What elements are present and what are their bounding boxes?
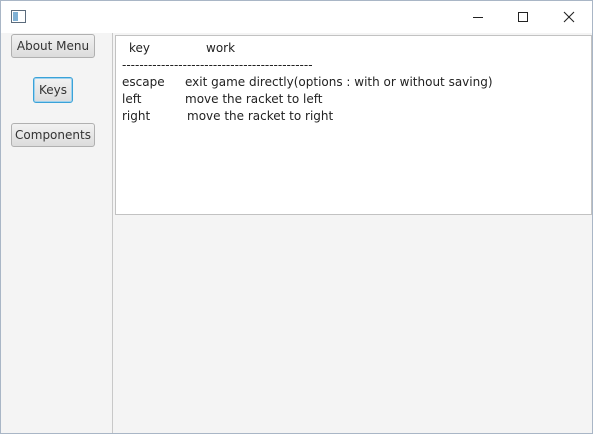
content-empty-area: [114, 215, 592, 433]
keys-button[interactable]: Keys: [33, 77, 73, 103]
key-description: move the racket to left: [185, 92, 323, 106]
key-name: right: [122, 109, 151, 123]
key-row: escape exit game directly(options : with…: [122, 74, 587, 91]
components-button[interactable]: Components: [11, 123, 95, 147]
separator-text: ----------------------------------------…: [122, 58, 313, 72]
key-description: exit game directly(options : with or wit…: [185, 75, 493, 89]
key-description: move the racket to right: [187, 109, 334, 123]
key-row: left move the racket to left: [122, 91, 587, 108]
header-key-label: key: [129, 41, 151, 55]
keys-text-area[interactable]: key work -------------------------------…: [115, 35, 592, 215]
header-row: key work: [122, 40, 587, 57]
key-name: escape: [122, 75, 165, 89]
app-icon: [11, 10, 26, 23]
close-icon: [563, 11, 575, 23]
header-work-label: work: [206, 41, 236, 55]
key-name: left: [122, 92, 142, 106]
about-menu-button[interactable]: About Menu: [11, 34, 95, 58]
key-row: right move the racket to right: [122, 108, 587, 125]
separator-line: ----------------------------------------…: [122, 57, 587, 74]
close-button[interactable]: [546, 1, 592, 33]
sidebar: About Menu Keys Components: [1, 33, 113, 433]
keys-text-content: key work -------------------------------…: [122, 40, 587, 210]
app-window: About Menu Keys Components key work ----…: [0, 0, 593, 434]
maximize-icon: [518, 12, 528, 22]
title-bar[interactable]: [1, 1, 592, 33]
minimize-icon: [473, 17, 483, 18]
minimize-button[interactable]: [455, 1, 501, 33]
maximize-button[interactable]: [500, 1, 546, 33]
